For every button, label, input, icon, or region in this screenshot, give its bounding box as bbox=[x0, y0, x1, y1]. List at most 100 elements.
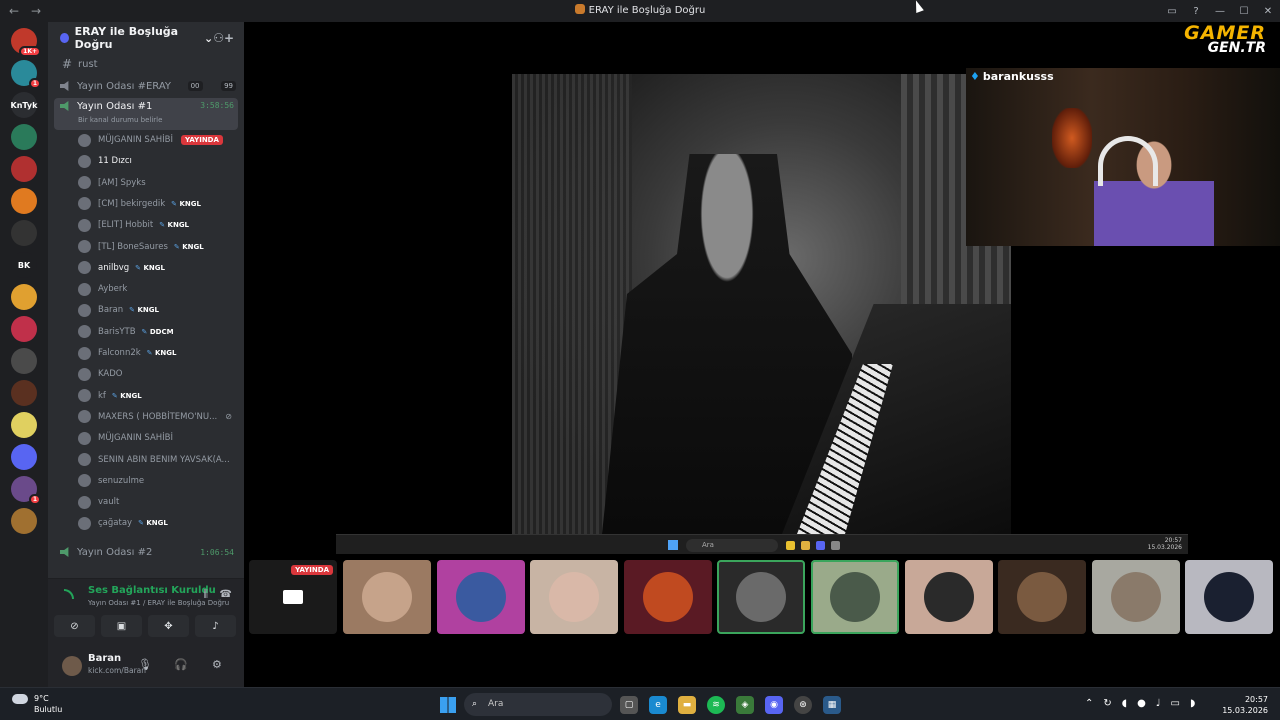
avatar bbox=[78, 367, 91, 381]
channel-yayin-2[interactable]: Yayın Odası #2 1:06:54 bbox=[54, 542, 238, 562]
voice-user[interactable]: 11 Dızcı bbox=[78, 151, 240, 171]
taskbar-search[interactable]: ⌕ Ara bbox=[464, 693, 612, 716]
guild-icon[interactable] bbox=[11, 188, 37, 214]
voice-user[interactable]: SENIN ABIN BENIM YAVSAK(A... bbox=[78, 450, 240, 470]
voice-user[interactable]: MAXERS ( HOBBİTEMO'NU... ⊘ bbox=[78, 407, 240, 427]
guild-icon[interactable] bbox=[11, 124, 37, 150]
stream-preview-tile[interactable]: YAYINDA bbox=[249, 560, 337, 634]
microphone-icon[interactable]: ♩ bbox=[1156, 698, 1161, 709]
voice-user[interactable]: Ayberk bbox=[78, 279, 240, 299]
voice-user[interactable]: çağatay KNGL bbox=[78, 513, 240, 533]
voice-status-subtitle[interactable]: Yayın Odası #1 / ERAY ile Boşluğa Doğru bbox=[88, 599, 229, 607]
voice-user[interactable]: [ELIT] Hobbit KNGL bbox=[78, 215, 240, 235]
voice-user[interactable]: [CM] bekirgedik KNGL bbox=[78, 194, 240, 214]
inbox-icon[interactable]: ▭ bbox=[1160, 6, 1184, 17]
participant-tile[interactable] bbox=[530, 560, 619, 634]
guild-icon[interactable]: 1K+ bbox=[11, 28, 41, 57]
channel-rust[interactable]: # rust bbox=[54, 54, 238, 74]
voice-user[interactable]: senuzulme bbox=[78, 471, 240, 491]
voice-user[interactable]: BarisYTB DDCM bbox=[78, 322, 240, 342]
guild-icon[interactable] bbox=[11, 316, 37, 342]
camera-off-icon[interactable]: ⊘ bbox=[54, 615, 95, 637]
guild-icon[interactable]: KnTyk bbox=[11, 92, 37, 118]
invite-icon[interactable]: ⚇+ bbox=[213, 31, 234, 45]
back-button[interactable]: ← bbox=[6, 4, 22, 18]
stream-stage[interactable]: GAMER GEN.TR ♦ barankusss Ara 20:57 15.03.… bbox=[244, 22, 1280, 687]
participant-tile[interactable] bbox=[1185, 560, 1274, 634]
nvidia-tray-icon[interactable]: ● bbox=[1137, 698, 1146, 709]
guild-icon[interactable] bbox=[11, 508, 37, 534]
speaker-icon bbox=[60, 101, 69, 111]
guild-icon[interactable] bbox=[11, 380, 37, 406]
guild-icon[interactable]: BK bbox=[11, 252, 37, 278]
minimize-button[interactable]: — bbox=[1208, 6, 1232, 17]
channel-yayin-1[interactable]: Yayın Odası #1 3:58:56 Bir kanal durumu … bbox=[54, 98, 238, 130]
nvidia-icon[interactable]: ◈ bbox=[736, 696, 754, 714]
discord-icon[interactable]: ◉ bbox=[765, 696, 783, 714]
forward-button[interactable]: → bbox=[28, 4, 44, 18]
voice-user[interactable]: kf KNGL bbox=[78, 386, 240, 406]
guild-icon[interactable] bbox=[11, 156, 37, 182]
maximize-button[interactable]: ☐ bbox=[1232, 6, 1256, 17]
participant-tile[interactable] bbox=[343, 560, 431, 634]
guild-icon[interactable] bbox=[11, 284, 37, 310]
activities-icon[interactable]: ✥ bbox=[148, 615, 189, 637]
user-limit: 99 bbox=[221, 81, 236, 91]
guild-icon[interactable] bbox=[11, 348, 37, 374]
task-view-icon[interactable]: ▢ bbox=[620, 696, 638, 714]
title-bar: ← → ERAY ile Boşluğa Doğru ▭ ? — ☐ ✕ bbox=[0, 0, 1280, 22]
window-title-text: ERAY ile Boşluğa Doğru bbox=[588, 5, 706, 16]
noise-suppression-icon[interactable]: ⫼ bbox=[203, 589, 208, 600]
voice-user[interactable]: vault bbox=[78, 492, 240, 512]
guild-icon[interactable] bbox=[11, 412, 37, 438]
voice-user[interactable]: MÜJGANIN SAHİBİ bbox=[78, 428, 240, 448]
participant-tile[interactable] bbox=[811, 560, 899, 634]
guild-icon[interactable] bbox=[11, 444, 37, 470]
speaker-icon[interactable]: ◗ bbox=[1190, 698, 1195, 709]
disconnect-icon[interactable]: ☎ bbox=[220, 589, 232, 600]
close-button[interactable]: ✕ bbox=[1256, 6, 1280, 17]
file-explorer-icon[interactable]: ▬ bbox=[678, 696, 696, 714]
clan-tag: KNGL bbox=[147, 349, 177, 357]
guild-icon[interactable]: 1 bbox=[11, 60, 41, 89]
weather-widget[interactable]: 9°C Bulutlu bbox=[12, 694, 62, 714]
microphone-icon[interactable]: 🎙 bbox=[138, 658, 152, 671]
voice-user[interactable]: MÜJGANIN SAHİBİ YAYINDA bbox=[78, 130, 240, 150]
headphones-icon[interactable]: 🎧 bbox=[174, 658, 188, 671]
participant-tile[interactable] bbox=[717, 560, 806, 634]
voice-user[interactable]: [AM] Spyks bbox=[78, 173, 240, 193]
avatar[interactable] bbox=[62, 656, 82, 676]
participant-tile[interactable] bbox=[904, 560, 993, 634]
voice-user[interactable]: KADO bbox=[78, 364, 240, 384]
channel-status[interactable]: Bir kanal durumu belirle bbox=[78, 116, 162, 124]
sync-icon[interactable]: ↻ bbox=[1103, 698, 1111, 709]
volume-icon[interactable]: ◖ bbox=[1122, 698, 1127, 709]
start-button[interactable] bbox=[440, 697, 456, 713]
help-icon[interactable]: ? bbox=[1184, 6, 1208, 17]
chevron-up-icon[interactable]: ⌃ bbox=[1085, 698, 1093, 709]
guild-icon[interactable]: 1 bbox=[11, 476, 41, 505]
edge-icon[interactable]: e bbox=[649, 696, 667, 714]
guild-icon[interactable] bbox=[11, 220, 37, 246]
screen-share-icon[interactable]: ▣ bbox=[101, 615, 142, 637]
participant-tile[interactable] bbox=[998, 560, 1087, 634]
participant-avatar bbox=[830, 572, 880, 622]
taskbar-clock[interactable]: 20:57 15.03.2026 bbox=[1222, 694, 1268, 716]
spotify-icon[interactable]: ≋ bbox=[707, 696, 725, 714]
settings-icon[interactable]: ⚙ bbox=[212, 658, 222, 671]
channel-yayin-eray[interactable]: Yayın Odası #ERAY 00 99 bbox=[54, 76, 238, 96]
participant-tile[interactable] bbox=[436, 560, 525, 634]
network-icon[interactable]: ▭ bbox=[1171, 698, 1180, 709]
participant-tile[interactable] bbox=[1091, 560, 1180, 634]
voice-user[interactable]: anilbvg KNGL bbox=[78, 258, 240, 278]
voice-user-name: senuzulme bbox=[98, 475, 145, 486]
voice-user[interactable]: Baran KNGL bbox=[78, 300, 240, 320]
server-header[interactable]: ERAY ile Boşluğa Doğru ⌄ ⚇+ bbox=[48, 22, 244, 54]
calculator-icon[interactable]: ▦ bbox=[823, 696, 841, 714]
soundboard-icon[interactable]: ♪ bbox=[195, 615, 236, 637]
participant-tile[interactable] bbox=[623, 560, 712, 634]
voice-user[interactable]: [TL] BoneSaures KNGL bbox=[78, 237, 240, 257]
voice-user[interactable]: Falconn2k KNGL bbox=[78, 343, 240, 363]
voice-status-title[interactable]: Ses Bağlantısı Kuruldu bbox=[88, 585, 216, 596]
steam-icon[interactable]: ⊛ bbox=[794, 696, 812, 714]
